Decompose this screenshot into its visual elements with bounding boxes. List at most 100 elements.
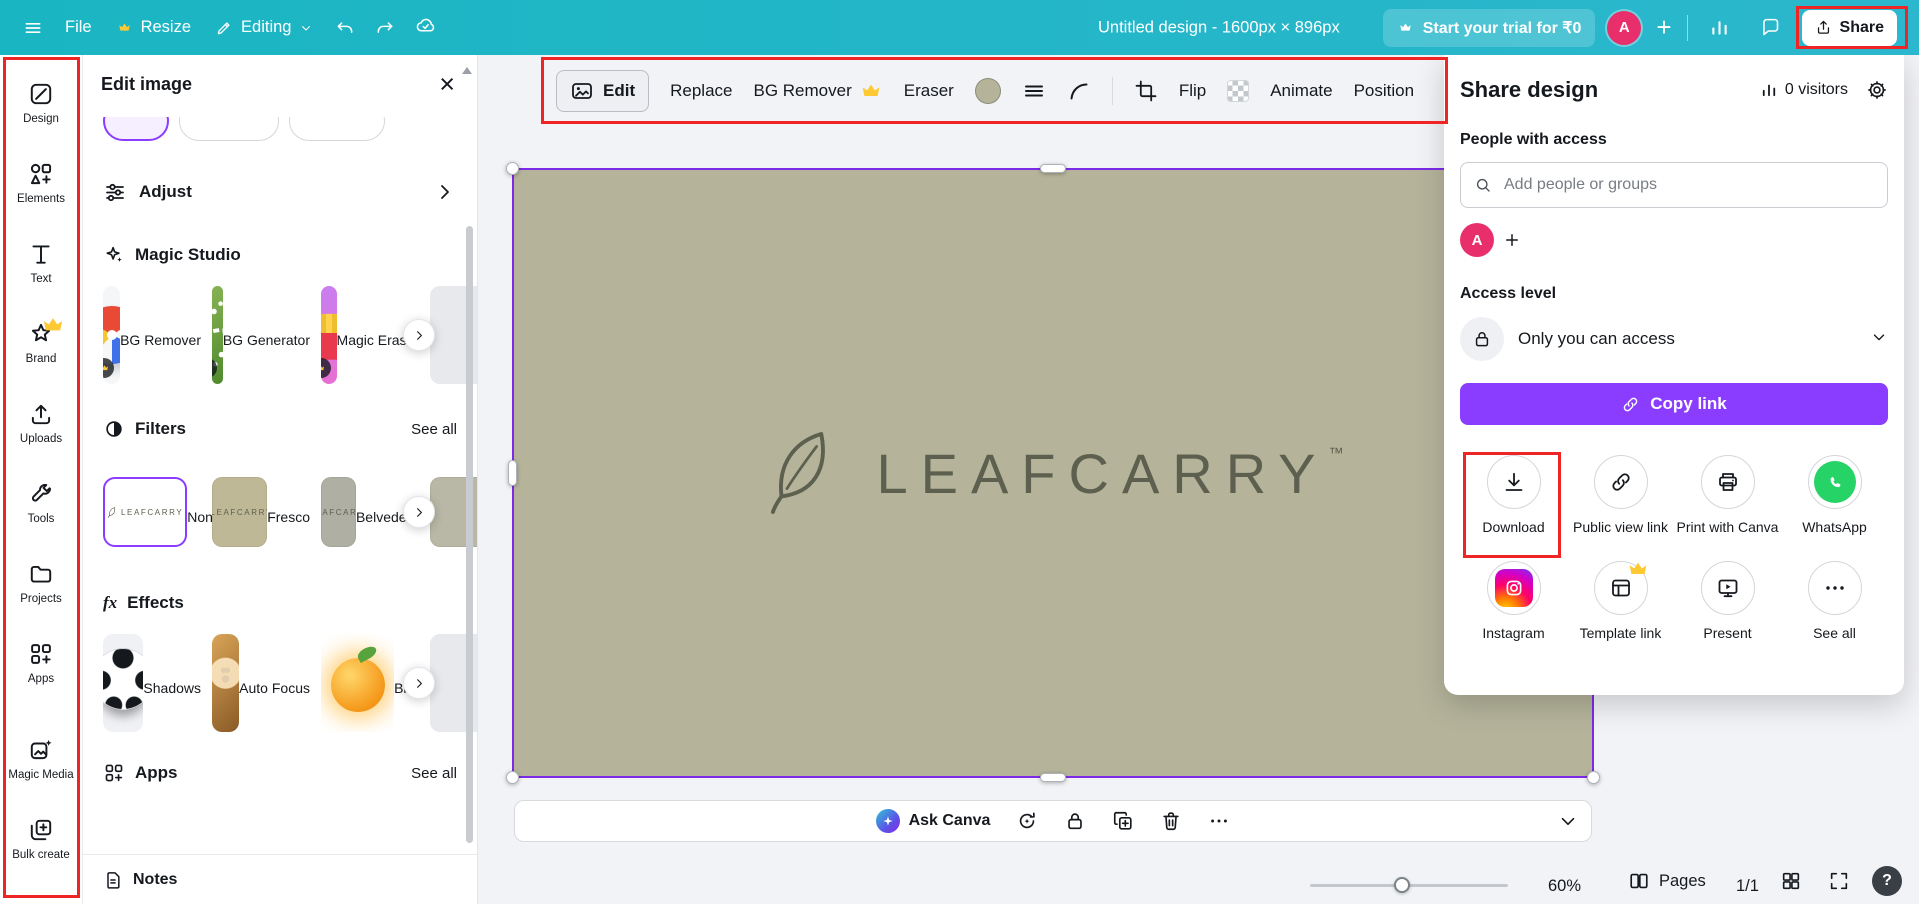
zoom-slider[interactable] — [1310, 876, 1508, 894]
editing-mode-button[interactable]: Editing — [204, 10, 324, 45]
filters-see-all-link[interactable]: See all — [411, 421, 457, 438]
sidebar-item-tools[interactable]: Tools — [0, 463, 82, 543]
ask-canva-button[interactable]: Ask Canva — [875, 809, 990, 833]
handle-bottom-left[interactable] — [506, 771, 519, 784]
option-download[interactable]: Download — [1460, 455, 1567, 537]
checkerboard-icon — [1227, 79, 1250, 102]
spacing-button[interactable] — [1022, 79, 1046, 103]
option-see-all[interactable]: See all — [1781, 560, 1888, 643]
copy-link-button[interactable]: Copy link — [1460, 383, 1888, 425]
comments-button[interactable] — [1751, 9, 1790, 46]
scroll-next-button[interactable] — [403, 667, 435, 699]
access-level-dropdown[interactable]: Only you can access — [1460, 317, 1888, 361]
filter-category-pills — [103, 117, 457, 144]
eraser-button[interactable]: Eraser — [904, 81, 954, 101]
add-people-field[interactable] — [1460, 162, 1888, 208]
handle-top-left[interactable] — [506, 162, 519, 175]
color-swatch-button[interactable] — [974, 77, 1001, 104]
adjust-row[interactable]: Adjust — [103, 174, 457, 210]
redo-button[interactable] — [366, 10, 404, 46]
animate-button[interactable]: Animate — [1270, 81, 1332, 101]
filter-category-pill[interactable] — [179, 117, 279, 141]
insights-button[interactable] — [1700, 9, 1739, 46]
leafcarry-logo: LEAFCARRY ™ — [514, 170, 1592, 776]
fullscreen-button[interactable] — [1828, 870, 1850, 892]
filter-fresco[interactable]: LEAFCARRY Fresco — [212, 477, 310, 547]
add-person-button[interactable] — [1503, 231, 1521, 249]
option-present[interactable]: Present — [1674, 560, 1781, 643]
effect-shadows[interactable]: Shadows — [103, 634, 201, 732]
filter-category-pill[interactable] — [289, 117, 385, 141]
effect-auto-focus[interactable]: Auto Focus — [212, 634, 310, 732]
filter-none[interactable]: LEAFCARRY None — [103, 477, 221, 547]
sidebar-item-elements[interactable]: Elements — [0, 143, 82, 223]
more-options-button[interactable] — [1208, 810, 1230, 832]
filter-category-pill[interactable] — [103, 117, 169, 141]
zoom-slider-thumb[interactable] — [1394, 877, 1410, 893]
transparency-button[interactable] — [1227, 79, 1250, 102]
duplicate-button[interactable] — [1112, 810, 1134, 832]
hamburger-icon — [25, 22, 41, 33]
replace-button[interactable]: Replace — [670, 81, 732, 101]
page-indicator: 1/1 — [1736, 877, 1759, 895]
crop-button[interactable] — [1134, 79, 1158, 103]
sidebar-item-bulk-create[interactable]: Bulk create — [0, 799, 82, 879]
option-template-link[interactable]: Template link — [1567, 560, 1674, 643]
option-whatsapp[interactable]: WhatsApp — [1781, 455, 1888, 537]
share-settings-button[interactable] — [1866, 79, 1888, 101]
handle-middle-left[interactable] — [508, 460, 517, 486]
delete-button[interactable] — [1160, 810, 1182, 832]
sidebar-item-projects[interactable]: Projects — [0, 543, 82, 623]
handle-top-center[interactable] — [1040, 164, 1066, 173]
handle-bottom-center[interactable] — [1040, 773, 1066, 782]
position-button[interactable]: Position — [1354, 81, 1414, 101]
close-panel-button[interactable]: × — [435, 70, 459, 98]
curve-button[interactable] — [1067, 79, 1091, 103]
option-public-view-link[interactable]: Public view link — [1567, 455, 1674, 537]
scrollbar-up-arrow[interactable] — [462, 67, 472, 74]
card-bg-remover[interactable]: BG Remover — [103, 286, 201, 384]
card-bg-generator[interactable]: BG Generator — [212, 286, 310, 384]
edit-tool-button[interactable]: Edit — [556, 69, 650, 112]
print-circle — [1700, 455, 1755, 509]
main-menu-button[interactable] — [14, 10, 52, 46]
grid-view-button[interactable] — [1780, 870, 1802, 892]
public-link-circle — [1593, 455, 1648, 509]
zoom-level[interactable]: 60% — [1548, 877, 1581, 896]
trial-button[interactable]: Start your trial for ₹0 — [1382, 8, 1596, 47]
resize-button[interactable]: Resize — [105, 10, 202, 45]
handle-bottom-right[interactable] — [1587, 771, 1600, 784]
sidebar-item-magic-media[interactable]: Magic Media — [0, 719, 82, 799]
present-circle — [1700, 560, 1755, 615]
option-print-with-canva[interactable]: Print with Canva — [1674, 455, 1781, 537]
regenerate-button[interactable] — [1016, 810, 1038, 832]
flip-button[interactable]: Flip — [1179, 81, 1206, 101]
panel-scrollbar[interactable] — [466, 226, 473, 843]
add-people-input[interactable] — [1502, 175, 1874, 195]
bar-chart-icon — [1762, 84, 1776, 97]
bg-remover-button[interactable]: BG Remover — [753, 79, 882, 103]
collapse-bar-button[interactable] — [1557, 810, 1579, 832]
share-button[interactable]: Share — [1801, 9, 1897, 46]
avatar[interactable]: A — [1607, 10, 1642, 45]
leaf-icon — [771, 432, 826, 514]
design-canvas[interactable]: LEAFCARRY ™ — [506, 162, 1600, 784]
help-button[interactable]: ? — [1872, 866, 1902, 896]
pages-button[interactable]: Pages — [1628, 870, 1706, 892]
sidebar-item-text[interactable]: Text — [0, 223, 82, 303]
sidebar-item-uploads[interactable]: Uploads — [0, 383, 82, 463]
lock-button[interactable] — [1064, 810, 1086, 832]
sidebar-item-brand[interactable]: Brand — [0, 303, 82, 383]
notes-button[interactable]: Notes — [103, 870, 177, 890]
sidebar-item-design[interactable]: Design — [0, 63, 82, 143]
option-instagram[interactable]: Instagram — [1460, 560, 1567, 643]
undo-button[interactable] — [326, 10, 364, 46]
scroll-next-button[interactable] — [403, 496, 435, 528]
apps-see-all-link[interactable]: See all — [411, 765, 457, 782]
scroll-next-button[interactable] — [403, 319, 435, 351]
avatar[interactable]: A — [1460, 223, 1494, 257]
file-menu[interactable]: File — [54, 10, 103, 45]
visitors-button[interactable]: 0 visitors — [1760, 81, 1848, 99]
sidebar-item-apps[interactable]: Apps — [0, 623, 82, 703]
add-team-member-button[interactable]: + — [1653, 12, 1674, 43]
